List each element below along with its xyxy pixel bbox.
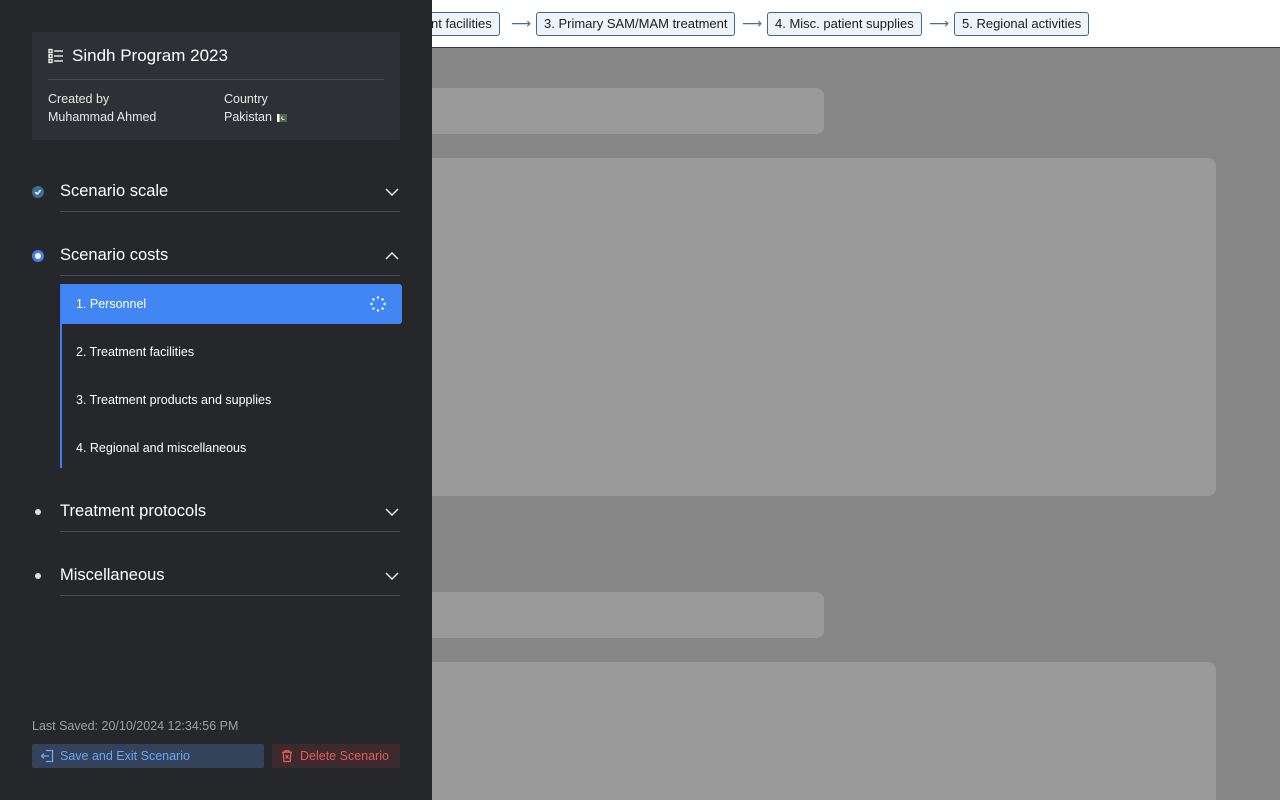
- section-scenario-scale[interactable]: Scenario scale: [32, 172, 400, 212]
- trash-icon: [282, 750, 292, 763]
- step-arrow-icon: ⟶: [742, 15, 763, 31]
- section-title: Treatment protocols: [60, 502, 207, 520]
- step-misc-patient-supplies[interactable]: 4. Misc. patient supplies: [767, 12, 922, 36]
- step-arrow-icon: ⟶: [929, 15, 950, 31]
- country: Country Pakistan: [224, 90, 288, 126]
- subnav-item-personnel[interactable]: 1. Personnel: [62, 284, 402, 324]
- active-step-icon: [32, 250, 44, 262]
- created-by: Created by Muhammad Ahmed: [48, 90, 156, 126]
- save-and-exit-button[interactable]: Save and Exit Scenario: [32, 744, 264, 768]
- section-title: Miscellaneous: [60, 566, 165, 584]
- completed-check-icon: [32, 186, 44, 198]
- step-arrow-icon: ⟶: [511, 15, 532, 31]
- chevron-up-icon[interactable]: [384, 248, 400, 264]
- subnav-item-label: 1. Personnel: [76, 297, 147, 311]
- subnav-item-regional-misc[interactable]: 4. Regional and miscellaneous: [62, 428, 402, 468]
- divider: [60, 595, 400, 596]
- divider: [60, 275, 400, 276]
- content-placeholder: [400, 88, 824, 134]
- created-by-label: Created by: [48, 92, 110, 106]
- subnav-item-treatment-products[interactable]: 3. Treatment products and supplies: [62, 380, 402, 420]
- chevron-down-icon[interactable]: [384, 184, 400, 200]
- delete-scenario-button[interactable]: Delete Scenario: [272, 744, 400, 768]
- section-scenario-costs[interactable]: Scenario costs: [32, 236, 400, 276]
- section-treatment-protocols[interactable]: Treatment protocols: [32, 492, 400, 532]
- subnav-item-treatment-facilities[interactable]: 2. Treatment facilities: [62, 332, 402, 372]
- scenario-sidebar: Sindh Program 2023 Created by Muhammad A…: [0, 0, 432, 800]
- last-saved-text: Last Saved: 20/10/2024 12:34:56 PM: [32, 719, 239, 733]
- save-and-exit-label: Save and Exit Scenario: [60, 749, 190, 763]
- country-value-row: Pakistan: [224, 108, 288, 126]
- loading-spinner-icon: [370, 296, 386, 312]
- country-label: Country: [224, 92, 268, 106]
- section-miscellaneous[interactable]: Miscellaneous: [32, 556, 400, 596]
- content-placeholder: [400, 662, 1216, 800]
- exit-icon: [40, 749, 54, 763]
- divider: [48, 79, 384, 80]
- divider: [60, 211, 400, 212]
- section-title: Scenario scale: [60, 182, 169, 200]
- chevron-down-icon[interactable]: [384, 568, 400, 584]
- pending-step-icon: [32, 570, 44, 582]
- pakistan-flag-icon: [277, 113, 288, 122]
- section-title: Scenario costs: [60, 246, 169, 264]
- step-treatment-facilities[interactable]: nt facilities: [423, 12, 500, 36]
- scenario-info-card: Sindh Program 2023 Created by Muhammad A…: [32, 32, 400, 140]
- step-primary-treatment[interactable]: 3. Primary SAM/MAM treatment: [536, 12, 736, 36]
- scenario-title: Sindh Program 2023: [72, 46, 228, 65]
- created-by-value: Muhammad Ahmed: [48, 110, 157, 124]
- chevron-down-icon[interactable]: [384, 504, 400, 520]
- step-regional-activities[interactable]: 5. Regional activities: [954, 12, 1090, 36]
- content-placeholder: [400, 592, 824, 638]
- country-value: Pakistan: [224, 110, 272, 124]
- divider: [60, 531, 400, 532]
- list-icon: [48, 48, 63, 64]
- content-placeholder: [400, 158, 1216, 496]
- delete-scenario-label: Delete Scenario: [300, 749, 389, 763]
- cost-subnav: 1. Personnel 2. Treatment facilities 3. …: [60, 284, 402, 468]
- pending-step-icon: [32, 506, 44, 518]
